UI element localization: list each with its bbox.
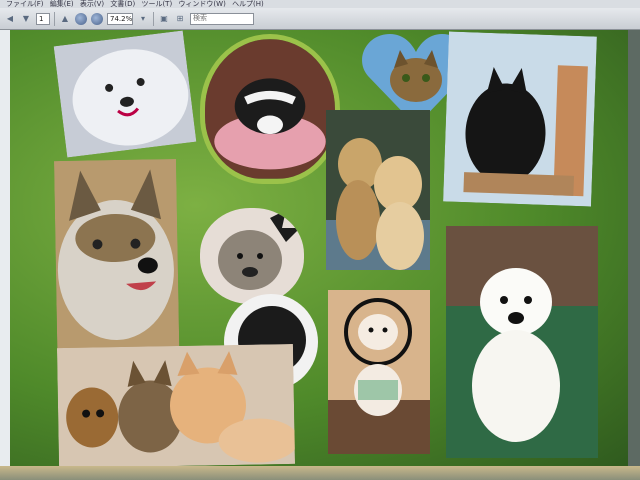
menu-help[interactable]: ヘルプ(H): [232, 0, 264, 8]
photo-black-cat: [443, 31, 597, 207]
zoom-level-field[interactable]: 74.2%: [107, 12, 133, 25]
right-scroll-region: [628, 30, 640, 480]
menu-file[interactable]: ファイル(F): [6, 0, 44, 8]
page-number-field[interactable]: 1: [36, 12, 50, 25]
next-page-icon[interactable]: ▼: [20, 13, 32, 25]
menu-window[interactable]: ウィンドウ(W): [178, 0, 225, 8]
photo-black-white-dog-apple-frame: [200, 34, 340, 184]
left-margin: [0, 30, 10, 480]
document-collage: [10, 30, 628, 468]
menu-document[interactable]: 文書(D): [110, 0, 135, 8]
zoom-dropdown-icon[interactable]: ▾: [137, 13, 149, 25]
photo-grey-poodle-speech-bubble: [200, 208, 304, 304]
toolbar-separator: [54, 11, 55, 26]
photo-white-puppy: [446, 226, 598, 458]
page-up-icon[interactable]: ▲: [59, 13, 71, 25]
photo-two-golden-retrievers: [326, 110, 430, 270]
prev-page-icon[interactable]: ◀: [4, 13, 16, 25]
menu-bar: ファイル(F) 編集(E) 表示(V) 文書(D) ツール(T) ウィンドウ(W…: [0, 0, 640, 8]
photo-cats-and-chihuahua: [56, 343, 296, 468]
photo-white-dog-cone: [328, 290, 430, 454]
menu-view[interactable]: 表示(V): [80, 0, 104, 8]
toolbar: ◀ ▼ 1 ▲ 74.2% ▾ ▣ ⊞: [0, 8, 640, 30]
bottom-edge: [0, 466, 640, 480]
fit-page-icon[interactable]: ⊞: [174, 13, 186, 25]
photo-white-spitz: [53, 30, 197, 158]
toolbar-separator: [153, 11, 154, 26]
search-input[interactable]: [190, 12, 254, 25]
menu-tools[interactable]: ツール(T): [141, 0, 172, 8]
menu-edit[interactable]: 編集(E): [50, 0, 74, 8]
zoom-out-icon[interactable]: [75, 12, 87, 25]
save-icon[interactable]: ▣: [158, 13, 170, 25]
zoom-in-icon[interactable]: [91, 12, 103, 25]
